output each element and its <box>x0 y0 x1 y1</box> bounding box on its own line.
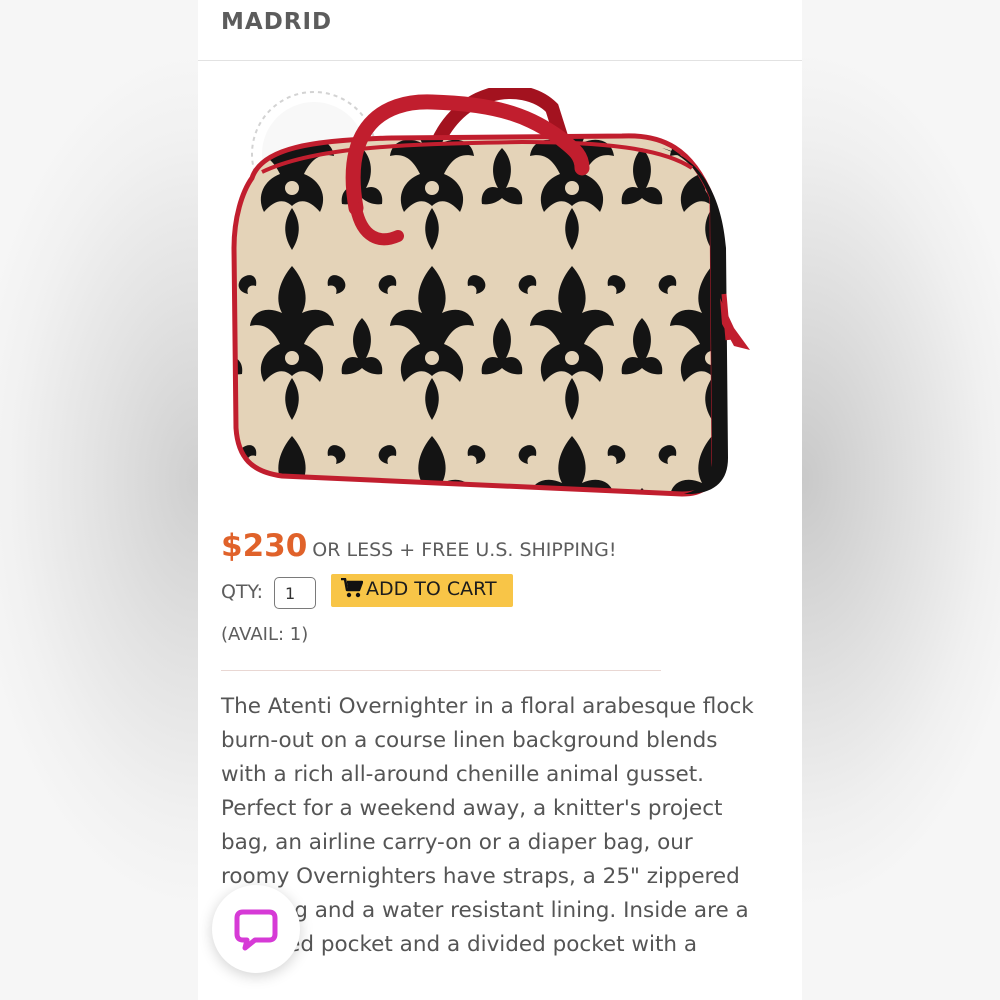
qty-input[interactable] <box>274 577 316 609</box>
left-blur-background <box>0 0 198 1000</box>
availability: (AVAIL: 1) <box>221 624 309 645</box>
divider <box>221 670 661 671</box>
shopping-cart-icon <box>341 577 364 603</box>
page-header: MADRID <box>198 0 802 61</box>
add-to-cart-button[interactable]: ADD TO CART <box>331 574 513 607</box>
product-page: MADRID $230 OR LESS + FREE U.S. SHIPPING… <box>198 0 802 1000</box>
price: $230 <box>221 528 308 564</box>
qty-label: QTY: <box>221 581 264 603</box>
right-blur-background <box>802 0 1000 1000</box>
page-title: MADRID <box>221 9 333 35</box>
product-image <box>222 85 770 508</box>
chat-button[interactable] <box>212 885 300 973</box>
add-to-cart-label: ADD TO CART <box>366 578 497 600</box>
chat-bubble-icon <box>234 909 278 951</box>
shipping-note: OR LESS + FREE U.S. SHIPPING! <box>312 539 617 561</box>
product-description: The Atenti Overnighter in a floral arabe… <box>221 694 754 957</box>
price-row: $230 OR LESS + FREE U.S. SHIPPING! <box>221 528 616 564</box>
